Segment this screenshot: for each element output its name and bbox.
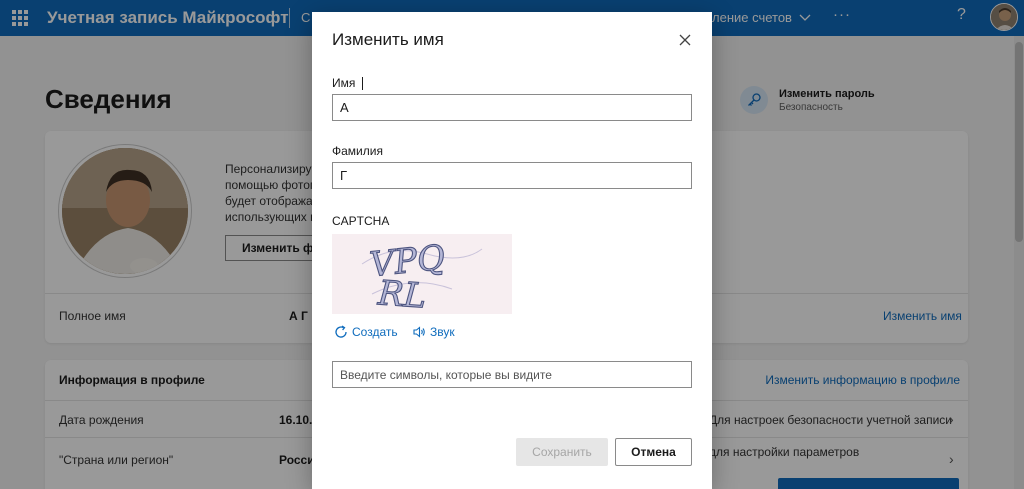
speaker-icon <box>413 326 425 338</box>
refresh-captcha-label: Создать <box>352 325 398 339</box>
text-cursor <box>362 77 363 90</box>
captcha-label: CAPTCHA <box>332 214 390 228</box>
last-name-label: Фамилия <box>332 144 383 158</box>
captcha-image: VPQ RL <box>332 234 512 317</box>
dialog-title: Изменить имя <box>332 30 444 49</box>
last-name-input[interactable] <box>332 162 692 189</box>
audio-captcha-button[interactable]: Звук <box>412 325 455 339</box>
captcha-text-line2: RL <box>376 273 428 314</box>
cancel-button[interactable]: Отмена <box>615 438 692 466</box>
save-button[interactable]: Сохранить <box>516 438 608 466</box>
close-icon[interactable] <box>675 30 695 50</box>
refresh-icon <box>335 325 347 338</box>
first-name-input[interactable] <box>332 94 692 121</box>
first-name-label: Имя <box>332 76 356 90</box>
captcha-input[interactable] <box>332 361 692 388</box>
audio-captcha-label: Звук <box>430 325 455 339</box>
refresh-captcha-button[interactable]: Создать <box>334 325 398 339</box>
edit-name-dialog: Изменить имя Имя Фамилия CAPTCHA VPQ RL … <box>312 12 712 489</box>
